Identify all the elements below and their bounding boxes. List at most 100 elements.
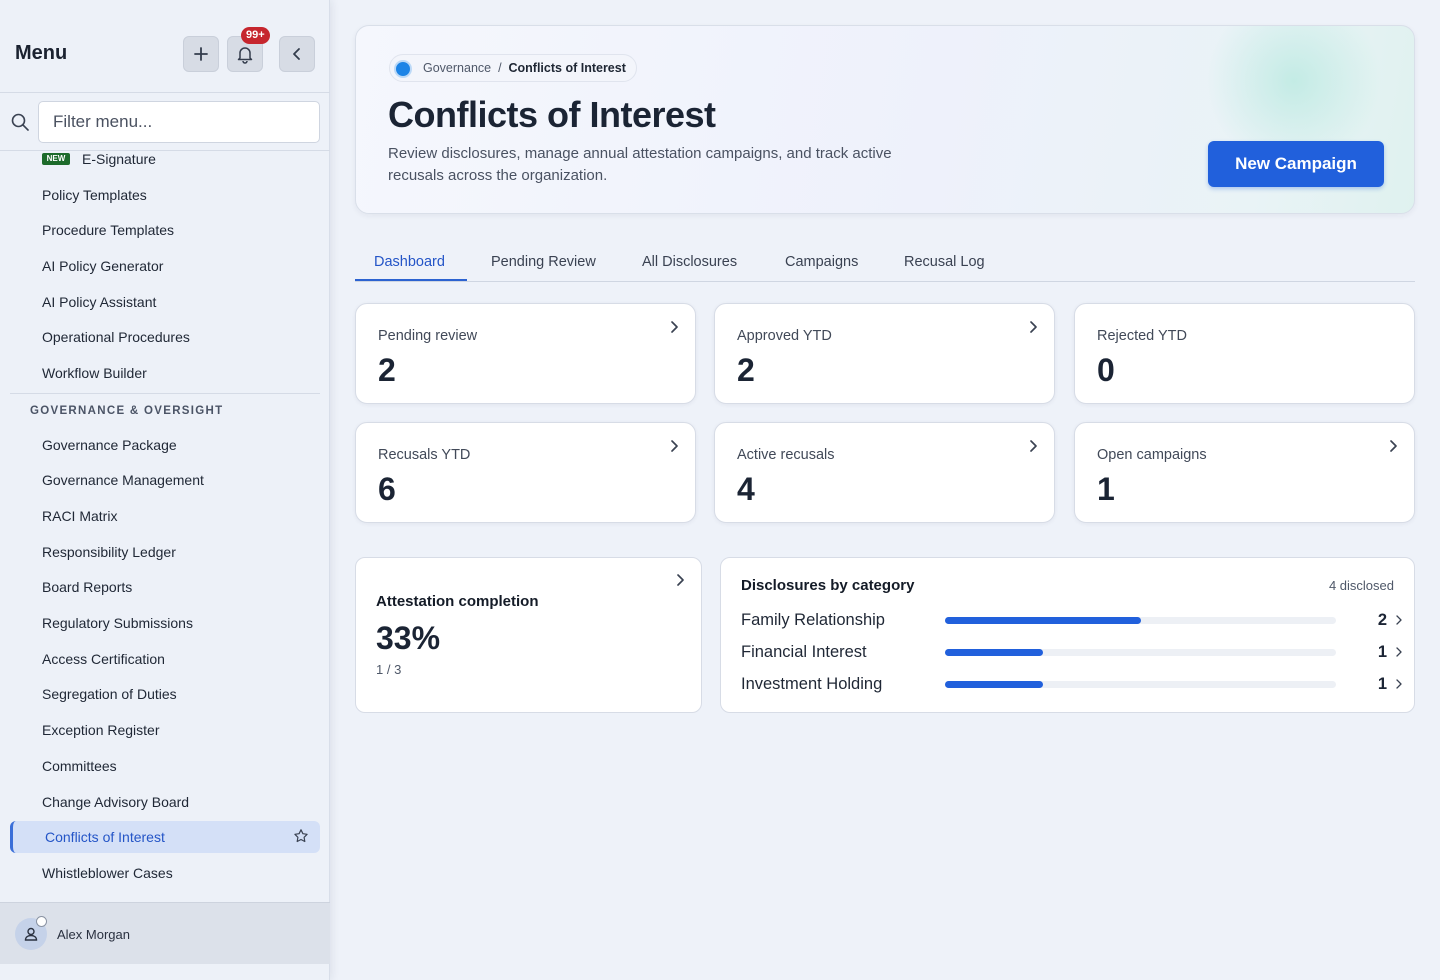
category-total: 4 disclosed: [1328, 578, 1394, 593]
page-subtitle: Review disclosures, manage annual attest…: [388, 145, 892, 184]
tab-dashboard[interactable]: Dashboard: [374, 254, 445, 270]
category-bar-fill: [945, 681, 1043, 688]
chevron-right-icon: [671, 440, 678, 452]
notification-count-badge: 99+: [241, 27, 270, 44]
stat-value: 2: [737, 352, 755, 388]
chevron-left-icon: [293, 48, 300, 60]
breadcrumb-current: Conflicts of Interest: [508, 61, 626, 75]
user-name: Alex Morgan: [57, 927, 130, 942]
stat-card-rejected-ytd: Rejected YTD 0: [1074, 303, 1415, 404]
sidebar-item-responsibility-ledger[interactable]: Responsibility Ledger: [42, 544, 176, 560]
sidebar-item-change-advisory-board[interactable]: Change Advisory Board: [42, 794, 189, 810]
chevron-right-icon: [677, 574, 684, 586]
stat-value: 4: [737, 471, 755, 507]
category-count: 1: [1377, 643, 1387, 661]
sidebar-item-governance-package[interactable]: Governance Package: [42, 437, 177, 453]
breadcrumb-parent[interactable]: Governance: [423, 61, 491, 75]
user-icon: [24, 927, 38, 941]
menu-filter-row: [0, 93, 330, 151]
sidebar-item-raci-matrix[interactable]: RACI Matrix: [42, 508, 117, 524]
page-title: Conflicts of Interest: [388, 94, 716, 135]
sidebar-item-procedure-templates[interactable]: Procedure Templates: [42, 222, 174, 238]
new-badge: NEW: [42, 153, 70, 165]
chevron-right-icon: [1030, 321, 1037, 333]
stat-label: Recusals YTD: [378, 447, 471, 463]
category-name: Financial Interest: [741, 643, 867, 661]
breadcrumb-separator: /: [498, 61, 502, 75]
disclosures-by-category-card: Disclosures by category 4 disclosed Fami…: [720, 557, 1415, 713]
sidebar-item-segregation-of-duties[interactable]: Segregation of Duties: [42, 686, 177, 702]
category-card-title: Disclosures by category: [741, 577, 915, 594]
category-name: Investment Holding: [741, 675, 883, 693]
category-count: 1: [1377, 675, 1387, 693]
menu-filter-input[interactable]: [38, 101, 320, 143]
tab-recusal-log[interactable]: Recusal Log: [904, 254, 985, 270]
active-tab-indicator: [355, 279, 467, 281]
plus-icon: [194, 47, 208, 61]
sidebar-title: Menu: [15, 42, 68, 64]
attestation-count: 1 / 3: [376, 662, 402, 677]
section-divider: [10, 393, 320, 394]
sidebar-item-regulatory-submissions[interactable]: Regulatory Submissions: [42, 615, 193, 631]
chevron-right-icon: [1396, 679, 1402, 689]
stat-label: Active recusals: [737, 447, 835, 463]
stat-card-active-recusals[interactable]: Active recusals 4: [714, 422, 1055, 523]
sidebar-item-label: Conflicts of Interest: [45, 829, 165, 845]
module-dot-icon: [394, 60, 412, 78]
sidebar-item-governance-management[interactable]: Governance Management: [42, 472, 204, 488]
sidebar-item-conflicts-of-interest[interactable]: Conflicts of Interest: [10, 821, 320, 853]
sidebar-item-whistleblower-cases[interactable]: Whistleblower Cases: [42, 865, 173, 881]
chevron-right-icon: [1390, 440, 1397, 452]
sidebar-item-operational-procedures[interactable]: Operational Procedures: [42, 329, 190, 345]
section-label-governance: GOVERNANCE & OVERSIGHT: [30, 405, 224, 417]
chevron-right-icon: [1396, 615, 1402, 625]
category-row-financial-interest[interactable]: Financial Interest 1: [721, 641, 1416, 665]
new-campaign-button[interactable]: New Campaign: [1208, 141, 1384, 187]
stat-value: 0: [1097, 352, 1115, 388]
attestation-title: Attestation completion: [376, 593, 539, 610]
stat-value: 1: [1097, 471, 1115, 507]
category-bar-track: [945, 617, 1336, 624]
tab-campaigns[interactable]: Campaigns: [785, 254, 858, 270]
chevron-right-icon: [1030, 440, 1037, 452]
stat-label: Open campaigns: [1097, 447, 1207, 463]
page-header-card: Governance / Conflicts of Interest Confl…: [355, 25, 1415, 214]
attestation-percent: 33%: [376, 620, 441, 656]
sidebar-item-exception-register[interactable]: Exception Register: [42, 722, 160, 738]
tab-pending-review[interactable]: Pending Review: [491, 254, 596, 270]
search-icon: [11, 113, 29, 131]
attestation-completion-card[interactable]: Attestation completion 33% 1 / 3: [355, 557, 702, 713]
sidebar-item-ai-policy-assistant[interactable]: AI Policy Assistant: [42, 294, 156, 310]
stat-card-open-campaigns[interactable]: Open campaigns 1: [1074, 422, 1415, 523]
category-bar-track: [945, 649, 1336, 656]
category-bar-fill: [945, 649, 1043, 656]
star-icon[interactable]: [293, 828, 309, 844]
stat-label: Pending review: [378, 328, 478, 344]
sidebar-item-policy-templates[interactable]: Policy Templates: [42, 187, 147, 203]
stat-card-recusals-ytd[interactable]: Recusals YTD 6: [355, 422, 696, 523]
stat-value: 6: [378, 471, 396, 507]
settings-dot-icon: [36, 916, 47, 927]
sidebar-item-e-signature[interactable]: E-Signature: [82, 151, 156, 167]
sidebar-item-workflow-builder[interactable]: Workflow Builder: [42, 365, 147, 381]
stat-card-pending-review[interactable]: Pending review 2: [355, 303, 696, 404]
category-row-family-relationship[interactable]: Family Relationship 2: [721, 609, 1416, 633]
category-bar-fill: [945, 617, 1141, 624]
stat-label: Rejected YTD: [1097, 328, 1187, 344]
add-button[interactable]: [183, 36, 219, 72]
category-row-investment-holding[interactable]: Investment Holding 1: [721, 673, 1416, 697]
user-footer[interactable]: Alex Morgan: [0, 902, 330, 964]
sidebar-item-access-certification[interactable]: Access Certification: [42, 651, 165, 667]
category-bar-track: [945, 681, 1336, 688]
sidebar-header: Menu 99+: [0, 0, 330, 93]
stat-value: 2: [378, 352, 396, 388]
sidebar-item-board-reports[interactable]: Board Reports: [42, 579, 132, 595]
tab-bar: Dashboard Pending Review All Disclosures…: [355, 244, 1415, 282]
collapse-sidebar-button[interactable]: [279, 36, 315, 72]
chevron-right-icon: [671, 321, 678, 333]
breadcrumb: Governance / Conflicts of Interest: [389, 54, 637, 82]
stat-card-approved-ytd[interactable]: Approved YTD 2: [714, 303, 1055, 404]
sidebar-item-committees[interactable]: Committees: [42, 758, 117, 774]
tab-all-disclosures[interactable]: All Disclosures: [642, 254, 737, 270]
sidebar-item-ai-policy-generator[interactable]: AI Policy Generator: [42, 258, 163, 274]
